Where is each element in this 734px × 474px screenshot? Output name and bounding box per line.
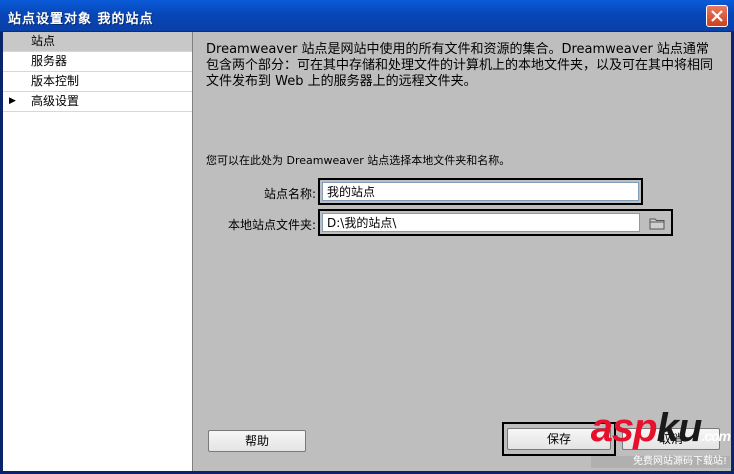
sidebar-item-site[interactable]: 站点 (3, 32, 192, 52)
site-name-label: 站点名称: (263, 187, 316, 201)
triangle-right-icon[interactable]: ▶ (9, 92, 16, 111)
site-name-input[interactable]: 我的站点 (322, 182, 639, 201)
window-title: 站点设置对象 我的站点 (8, 12, 154, 27)
local-folder-input[interactable]: D:\我的站点\ (322, 213, 640, 232)
close-icon (711, 10, 723, 22)
browse-folder-button[interactable] (646, 214, 668, 232)
sidebar-item-advanced[interactable]: ▶ 高级设置 (3, 92, 192, 112)
sidebar-item-label: 版本控制 (31, 74, 80, 88)
site-description: Dreamweaver 站点是网站中使用的所有文件和资源的集合。Dreamwea… (206, 42, 714, 89)
title-bar: 站点设置对象 我的站点 (0, 0, 734, 32)
category-list: 站点 服务器 版本控制 ▶ 高级设置 (3, 32, 193, 471)
sidebar-item-label: 高级设置 (31, 94, 80, 108)
local-folder-field-highlight: D:\我的站点\ (318, 209, 673, 236)
watermark-suffix: .com (701, 428, 731, 444)
sidebar-item-servers[interactable]: 服务器 (3, 52, 192, 72)
help-button[interactable]: 帮助 (208, 430, 306, 452)
dialog-window: 站点设置对象 我的站点 站点 服务器 版本控制 ▶ 高级设置 Dreamweav… (0, 0, 734, 474)
site-name-field-highlight: 我的站点 (318, 178, 643, 205)
close-button[interactable] (706, 5, 728, 27)
sidebar-item-version-control[interactable]: 版本控制 (3, 72, 192, 92)
watermark-brand-red: asp (590, 406, 658, 450)
local-folder-note: 您可以在此处为 Dreamweaver 站点选择本地文件夹和名称。 (206, 154, 511, 167)
sidebar-item-label: 服务器 (31, 54, 68, 68)
site-watermark: aspku.com 免费网站源码下载站! (590, 406, 731, 468)
watermark-brand-dark: ku (656, 406, 703, 450)
folder-icon (649, 218, 665, 229)
local-folder-label: 本地站点文件夹: (227, 218, 316, 232)
watermark-tagline: 免费网站源码下载站! (590, 456, 730, 468)
sidebar-item-label: 站点 (31, 34, 56, 48)
